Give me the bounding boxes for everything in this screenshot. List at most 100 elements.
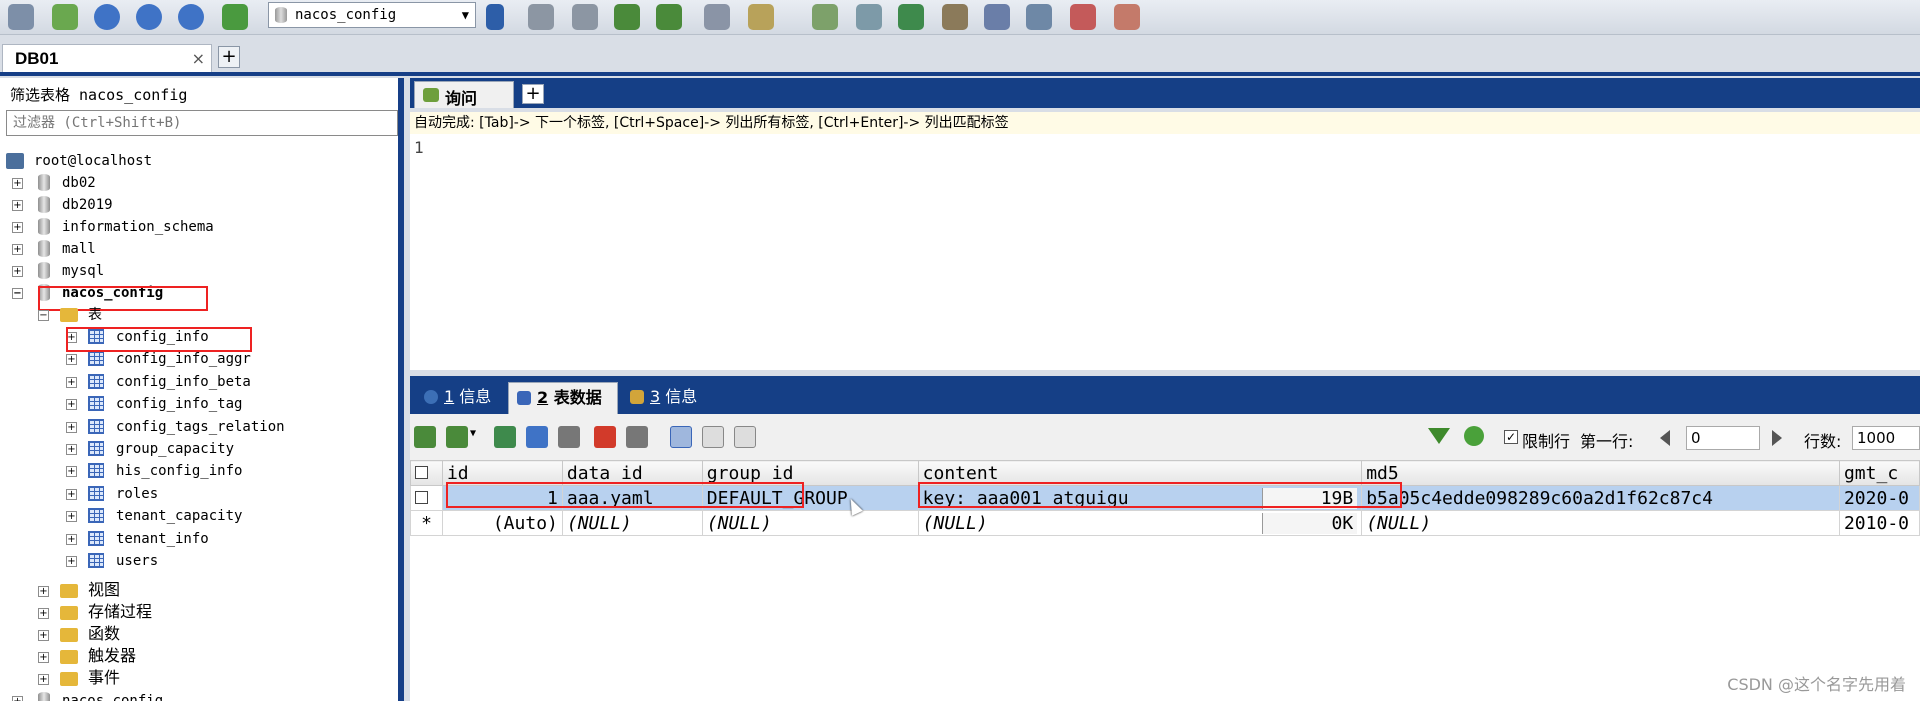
table-label: config_info_aggr xyxy=(116,351,251,368)
sync-icon[interactable] xyxy=(812,4,838,30)
expand-icon[interactable]: + xyxy=(66,444,77,455)
cell-gmt-create[interactable]: 2020-0 xyxy=(1838,485,1920,511)
expand-icon[interactable]: + xyxy=(66,466,77,478)
expand-icon[interactable]: + xyxy=(38,608,49,619)
row-select[interactable] xyxy=(410,485,443,511)
expand-icon[interactable]: + xyxy=(38,586,49,597)
expand-icon[interactable]: + xyxy=(66,533,77,545)
tab-info[interactable]: 3 信息 xyxy=(622,382,712,414)
expand-icon[interactable]: + xyxy=(38,652,49,663)
expand-icon[interactable]: + xyxy=(38,630,49,641)
duplicate-row-icon[interactable] xyxy=(526,426,548,448)
expand-icon[interactable]: + xyxy=(66,399,77,411)
expand-icon[interactable]: + xyxy=(66,488,77,500)
cell-gmt-create[interactable]: 2010-0 xyxy=(1838,510,1920,536)
form-view-icon[interactable] xyxy=(702,426,724,448)
rows-input[interactable] xyxy=(1852,426,1920,450)
expand-icon[interactable]: + xyxy=(12,244,23,255)
cell-md5[interactable]: b5a05c4edde098289c60a2d1f62c87c4 xyxy=(1361,485,1840,511)
select-all-checkbox[interactable] xyxy=(415,465,428,479)
chevron-down-icon[interactable]: ▼ xyxy=(470,428,476,439)
refresh-icon[interactable] xyxy=(1464,426,1484,446)
restore-icon[interactable] xyxy=(572,4,598,30)
collapse-icon[interactable]: − xyxy=(12,288,23,299)
scheduler-icon[interactable] xyxy=(856,4,882,30)
filter-input[interactable] xyxy=(6,110,398,136)
expand-icon[interactable]: + xyxy=(12,696,23,701)
cell-id[interactable]: (Auto) xyxy=(441,510,563,536)
database-icon xyxy=(38,196,50,213)
expand-icon[interactable]: + xyxy=(12,222,23,233)
expand-icon[interactable]: + xyxy=(66,354,77,366)
limit-checkbox[interactable]: ✓ xyxy=(1504,430,1518,444)
expand-icon[interactable]: + xyxy=(66,421,77,433)
connect-icon[interactable] xyxy=(8,4,34,30)
header-group-id[interactable]: group_id xyxy=(701,460,919,486)
cell-data-id[interactable]: aaa.yaml xyxy=(561,485,703,511)
cell-data-id[interactable]: (NULL) xyxy=(561,510,703,536)
export-icon[interactable] xyxy=(414,426,436,448)
execute-icon[interactable] xyxy=(94,4,120,30)
tab-messages[interactable]: 1 信息 xyxy=(416,382,506,414)
grid-icon[interactable] xyxy=(1114,4,1140,30)
row-checkbox[interactable] xyxy=(415,490,428,504)
first-row-input[interactable] xyxy=(1686,426,1760,450)
sql-editor[interactable]: 1 xyxy=(410,134,1920,370)
report-icon[interactable] xyxy=(748,4,774,30)
table-design-icon[interactable] xyxy=(704,4,730,30)
header-data-id[interactable]: data_id xyxy=(561,460,703,486)
expand-icon[interactable]: + xyxy=(66,511,77,523)
next-page-icon[interactable] xyxy=(1772,430,1782,446)
expand-icon[interactable]: + xyxy=(38,674,49,685)
schema-icon[interactable] xyxy=(222,4,248,30)
import-icon[interactable] xyxy=(614,4,640,30)
cell-content[interactable]: (NULL) 0K xyxy=(917,510,1363,536)
query-builder-icon[interactable] xyxy=(984,4,1010,30)
grid-view-icon[interactable] xyxy=(670,426,692,448)
header-id[interactable]: id xyxy=(441,460,563,486)
tab-db01[interactable]: DB01 × xyxy=(2,44,212,72)
cell-group-id[interactable]: (NULL) xyxy=(701,510,919,536)
refresh-icon[interactable] xyxy=(178,4,204,30)
execute-all-icon[interactable] xyxy=(136,4,162,30)
filter-icon[interactable] xyxy=(1428,428,1450,444)
new-connection-icon[interactable] xyxy=(52,4,78,30)
table-row[interactable]: 1 aaa.yaml DEFAULT_GROUP key: aaa001 atg… xyxy=(410,485,1920,511)
user-icon[interactable] xyxy=(486,4,504,30)
header-gmt-create[interactable]: gmt_c xyxy=(1838,460,1920,486)
schema-designer-icon[interactable] xyxy=(1070,4,1096,30)
import-icon[interactable] xyxy=(446,426,468,448)
close-icon[interactable]: × xyxy=(192,49,205,68)
image-icon[interactable] xyxy=(1026,4,1052,30)
cell-content[interactable]: key: aaa001 atguigu 19B xyxy=(917,485,1363,511)
cell-group-id[interactable]: DEFAULT_GROUP xyxy=(701,485,919,511)
save-icon[interactable] xyxy=(558,426,580,448)
expand-icon[interactable]: + xyxy=(66,332,77,343)
collapse-icon[interactable]: − xyxy=(38,310,49,321)
insert-row-icon[interactable] xyxy=(494,426,516,448)
cancel-icon[interactable] xyxy=(626,426,648,448)
database-selector[interactable]: nacos_config ▼ xyxy=(268,2,476,28)
cell-id[interactable]: 1 xyxy=(441,485,563,511)
prev-page-icon[interactable] xyxy=(1660,430,1670,446)
export-icon[interactable] xyxy=(656,4,682,30)
migration-icon[interactable] xyxy=(942,4,968,30)
compare-icon[interactable] xyxy=(898,4,924,30)
delete-icon[interactable] xyxy=(594,426,616,448)
table-row[interactable]: * (Auto) (NULL) (NULL) (NULL) 0K (NULL) 2… xyxy=(410,510,1920,536)
text-view-icon[interactable] xyxy=(734,426,756,448)
add-connection-tab-button[interactable]: + xyxy=(218,46,240,68)
cell-md5[interactable]: (NULL) xyxy=(1361,510,1840,536)
header-md5[interactable]: md5 xyxy=(1361,460,1840,486)
expand-icon[interactable]: + xyxy=(12,200,23,211)
expand-icon[interactable]: + xyxy=(12,178,23,189)
header-select[interactable] xyxy=(410,460,443,486)
tab-table-data[interactable]: 2 表数据 xyxy=(508,382,618,414)
backup-icon[interactable] xyxy=(528,4,554,30)
expand-icon[interactable]: + xyxy=(12,266,23,277)
tab-query[interactable]: 询问 xyxy=(414,81,514,108)
add-query-tab-button[interactable]: + xyxy=(522,84,544,104)
expand-icon[interactable]: + xyxy=(66,556,77,567)
expand-icon[interactable]: + xyxy=(66,376,77,388)
header-content[interactable]: content xyxy=(917,460,1363,486)
